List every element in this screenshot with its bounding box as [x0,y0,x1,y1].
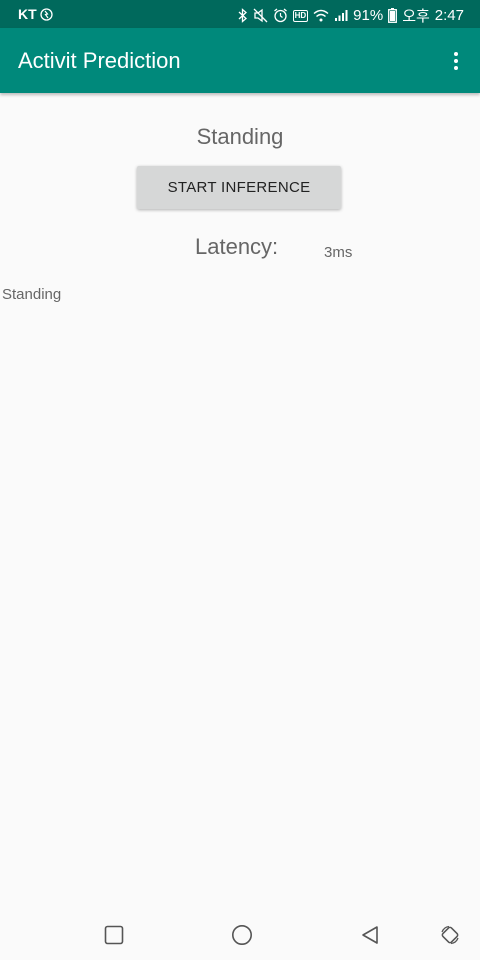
rotate-screen-icon [441,925,459,945]
wifi-icon [313,9,329,22]
alarm-icon [273,8,288,23]
back-button[interactable] [358,923,382,947]
overflow-menu-button[interactable] [442,46,470,76]
status-bar-right: HD 91% 오후 2:47 [238,5,464,26]
predicted-activity-label: Standing [196,124,284,149]
app-bar: Activit Prediction [0,28,480,93]
home-icon [232,925,252,945]
more-vert-icon [454,52,458,56]
result-text: Standing [2,286,62,303]
rotate-screen-button[interactable] [438,923,462,947]
recent-apps-button[interactable] [102,923,126,947]
navigation-bar [0,910,480,960]
latency-label: Latency: [195,234,279,259]
bluetooth-icon [238,8,248,23]
home-button[interactable] [230,923,254,947]
battery-icon [388,8,398,23]
start-inference-button[interactable]: START INFERENCE [137,166,341,209]
mute-icon [253,8,268,23]
latency-value: 3ms [324,244,353,261]
back-icon [362,926,378,944]
time-period: 오후 [402,8,430,25]
hd-voice-badge: HD [292,9,309,22]
carrier-activity-icon [40,7,53,21]
signal-strength-icon [334,9,348,22]
clock-time: 2:47 [434,7,464,24]
status-bar: KT HD 91% 오후 2:47 [0,0,480,28]
battery-percent: 91% [353,7,384,24]
status-bar-left: KT [18,6,53,22]
recent-apps-icon [104,925,124,945]
app-title: Activit Prediction [18,48,181,73]
carrier-label: KT [18,6,37,22]
